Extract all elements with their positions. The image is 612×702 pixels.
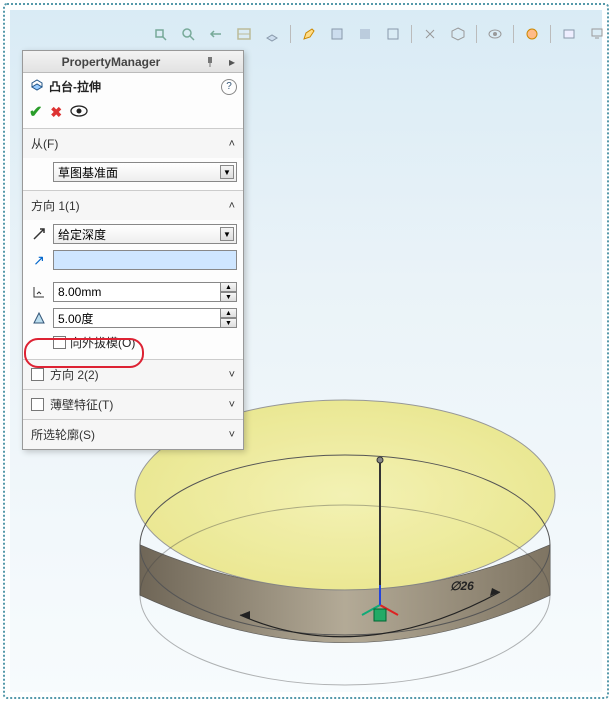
direction2-label: 方向 2(2) bbox=[50, 366, 229, 383]
visibility-icon[interactable] bbox=[485, 24, 505, 44]
cancel-button[interactable]: ✖ bbox=[50, 104, 62, 121]
dimension-label: ∅26 bbox=[450, 579, 474, 593]
view-toolbar bbox=[150, 22, 607, 46]
spin-down[interactable]: ▼ bbox=[221, 318, 237, 328]
thin-group: 薄壁特征(T) ˅ bbox=[23, 389, 243, 419]
chevron-up-icon: ˄ bbox=[229, 138, 235, 150]
outward-draft-label: 向外拔模(O) bbox=[70, 334, 135, 351]
draft-input[interactable] bbox=[53, 308, 221, 328]
end-condition-value: 给定深度 bbox=[58, 226, 106, 243]
direction2-group: 方向 2(2) ˅ bbox=[23, 359, 243, 389]
confirm-row: ✔ ✖ bbox=[23, 100, 243, 128]
scene-icon[interactable] bbox=[559, 24, 579, 44]
dropdown-icon[interactable]: ▼ bbox=[220, 165, 234, 179]
draft-angle-icon[interactable] bbox=[29, 308, 49, 328]
direction2-checkbox[interactable] bbox=[31, 368, 44, 381]
outward-draft-row[interactable]: 向外拔模(O) bbox=[29, 334, 237, 351]
reverse-direction-icon[interactable] bbox=[29, 224, 49, 244]
direction2-header[interactable]: 方向 2(2) ˅ bbox=[23, 360, 243, 389]
contours-header[interactable]: 所选轮廓(S) ˅ bbox=[23, 420, 243, 449]
thin-label: 薄壁特征(T) bbox=[50, 396, 229, 413]
section-view-icon[interactable] bbox=[234, 24, 254, 44]
pin-icon[interactable] bbox=[201, 53, 219, 71]
from-label: 从(F) bbox=[31, 135, 229, 152]
draft-spinner[interactable]: ▲▼ bbox=[53, 308, 237, 328]
direction-selection-box[interactable] bbox=[53, 250, 237, 270]
appearance-icon[interactable] bbox=[522, 24, 542, 44]
chevron-down-icon: ˅ bbox=[229, 429, 235, 441]
spin-up[interactable]: ▲ bbox=[221, 282, 237, 292]
thin-header[interactable]: 薄壁特征(T) ˅ bbox=[23, 390, 243, 419]
feature-name: 凸台-拉伸 bbox=[49, 78, 221, 95]
from-start-select[interactable]: 草图基准面 ▼ bbox=[53, 162, 237, 182]
toolbar-separator bbox=[290, 25, 291, 43]
toolbar-separator bbox=[476, 25, 477, 43]
shaded-edges-icon[interactable] bbox=[327, 24, 347, 44]
toolbar-separator bbox=[550, 25, 551, 43]
panel-header: PropertyManager ▸ bbox=[23, 51, 243, 73]
end-condition-select[interactable]: 给定深度 ▼ bbox=[53, 224, 237, 244]
hide-show-icon[interactable] bbox=[420, 24, 440, 44]
chevron-down-icon: ˅ bbox=[229, 369, 235, 381]
depth-icon bbox=[29, 282, 49, 302]
display-style-icon[interactable] bbox=[262, 24, 282, 44]
depth-spinner[interactable]: ▲▼ bbox=[53, 282, 237, 302]
spin-down[interactable]: ▼ bbox=[221, 292, 237, 302]
zoom-area-icon[interactable] bbox=[178, 24, 198, 44]
ok-button[interactable]: ✔ bbox=[29, 102, 42, 122]
from-header[interactable]: 从(F) ˄ bbox=[23, 129, 243, 158]
direction1-group: 方向 1(1) ˄ 给定深度 ▼ ↗ bbox=[23, 190, 243, 359]
outward-draft-checkbox[interactable] bbox=[53, 336, 66, 349]
contours-label: 所选轮廓(S) bbox=[31, 426, 229, 443]
zoom-fit-icon[interactable] bbox=[150, 24, 170, 44]
direction1-label: 方向 1(1) bbox=[31, 197, 229, 214]
feature-row: 凸台-拉伸 ? bbox=[23, 73, 243, 100]
property-manager-panel: PropertyManager ▸ 凸台-拉伸 ? ✔ ✖ 从(F) ˄ bbox=[22, 50, 244, 450]
help-icon[interactable]: ? bbox=[221, 79, 237, 95]
chevron-down-icon: ˅ bbox=[229, 399, 235, 411]
app-stage: ∅26 PropertyManager ▸ 凸台-拉伸 ? bbox=[0, 0, 612, 702]
collapse-icon[interactable]: ▸ bbox=[223, 53, 241, 71]
shaded-icon[interactable] bbox=[355, 24, 375, 44]
direction1-header[interactable]: 方向 1(1) ˄ bbox=[23, 191, 243, 220]
preview-icon[interactable] bbox=[70, 104, 88, 120]
extrude-feature-icon bbox=[29, 77, 45, 96]
thin-checkbox[interactable] bbox=[31, 398, 44, 411]
toolbar-separator bbox=[513, 25, 514, 43]
from-start-value: 草图基准面 bbox=[58, 164, 118, 181]
wireframe-icon[interactable] bbox=[383, 24, 403, 44]
panel-title: PropertyManager bbox=[23, 55, 199, 69]
graphics-viewport[interactable]: ∅26 PropertyManager ▸ 凸台-拉伸 ? bbox=[10, 10, 602, 692]
toolbar-separator bbox=[411, 25, 412, 43]
from-group: 从(F) ˄ 草图基准面 ▼ bbox=[23, 128, 243, 190]
pencil-icon[interactable] bbox=[299, 24, 319, 44]
direction-arrow-icon[interactable]: ↗ bbox=[29, 250, 49, 270]
monitor-icon[interactable] bbox=[587, 24, 607, 44]
contours-group: 所选轮廓(S) ˅ bbox=[23, 419, 243, 449]
depth-input[interactable] bbox=[53, 282, 221, 302]
prev-view-icon[interactable] bbox=[206, 24, 226, 44]
spin-up[interactable]: ▲ bbox=[221, 308, 237, 318]
view-cube-icon[interactable] bbox=[448, 24, 468, 44]
chevron-up-icon: ˄ bbox=[229, 200, 235, 212]
dropdown-icon[interactable]: ▼ bbox=[220, 227, 234, 241]
